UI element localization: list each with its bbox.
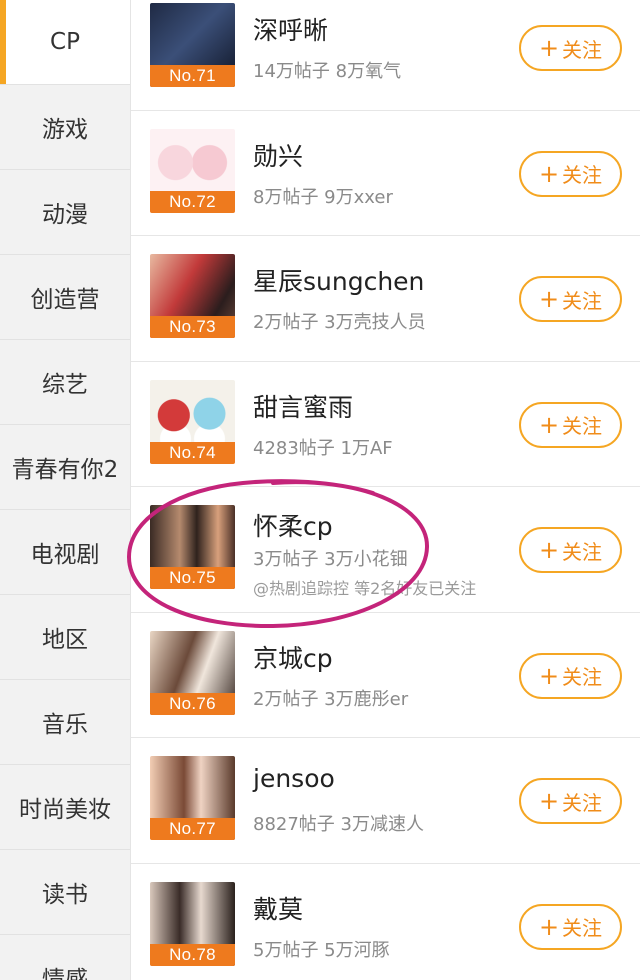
list-item[interactable]: No.77 jensoo 8827帖子 3万减速人 + 关注: [131, 738, 640, 864]
sidebar-item-youth-with-you-2[interactable]: 青春有你2: [0, 425, 130, 510]
sidebar-item-label: 读书: [42, 882, 88, 908]
follow-label: 关注: [562, 37, 603, 62]
list-item[interactable]: No.76 京城cp 2万帖子 3万鹿彤er + 关注: [131, 612, 640, 738]
forum-stats: 8万帖子 9万xxer: [253, 186, 393, 208]
sidebar-item-cp[interactable]: CP: [0, 0, 130, 85]
sidebar-item-label: 音乐: [42, 712, 88, 738]
forum-thumbnail[interactable]: No.75: [150, 505, 235, 589]
forum-thumbnail[interactable]: No.73: [150, 254, 235, 338]
sidebar-item-label: 电视剧: [30, 542, 100, 568]
plus-icon: +: [538, 661, 560, 690]
sidebar-item-label: 地区: [42, 627, 88, 653]
rank-badge: No.78: [150, 943, 235, 966]
sidebar-item-anime[interactable]: 动漫: [0, 170, 130, 255]
rank-badge: No.75: [150, 567, 235, 589]
plus-icon: +: [538, 536, 560, 564]
sidebar-item-label: CP: [50, 29, 80, 55]
app-root: CP 游戏 动漫 创造营 综艺 青春有你2 电视剧 地区 音乐 时尚美妆 读书 …: [0, 0, 640, 980]
follow-label: 关注: [562, 665, 603, 689]
follow-label: 关注: [562, 916, 603, 940]
forum-name[interactable]: 甜言蜜雨: [253, 388, 353, 424]
friends-followed-note: @热剧追踪控 等2名好友已关注: [253, 579, 477, 598]
plus-icon: +: [538, 787, 560, 815]
list-item[interactable]: No.73 星辰sungchen 2万帖子 3万壳技人员 + 关注: [131, 236, 640, 362]
rank-badge: No.77: [150, 818, 235, 840]
follow-label: 关注: [562, 288, 603, 313]
sidebar-item-label: 情感: [42, 967, 88, 980]
follow-button[interactable]: + 关注: [519, 652, 622, 699]
forum-name[interactable]: 戴莫: [253, 890, 303, 926]
plus-icon: +: [538, 410, 560, 439]
follow-label: 关注: [562, 163, 603, 187]
rank-badge: No.72: [150, 190, 235, 213]
forum-stats: 3万帖子 3万小花钿: [253, 549, 408, 570]
sidebar-item-emotion[interactable]: 情感: [0, 935, 130, 980]
follow-button[interactable]: + 关注: [519, 25, 622, 71]
sidebar-item-variety[interactable]: 综艺: [0, 340, 130, 425]
follow-label: 关注: [562, 790, 603, 815]
plus-icon: +: [538, 159, 560, 188]
forum-thumbnail[interactable]: No.76: [150, 630, 235, 715]
sidebar-item-games[interactable]: 游戏: [0, 85, 130, 170]
forum-thumbnail[interactable]: No.71: [150, 3, 235, 87]
sidebar-item-label: 综艺: [42, 372, 88, 398]
list-item[interactable]: No.78 戴莫 5万帖子 5万河豚 + 关注: [131, 863, 640, 980]
sidebar-item-tv-drama[interactable]: 电视剧: [0, 510, 130, 595]
forum-name[interactable]: 怀柔cp: [253, 507, 333, 543]
forum-list: No.71 深呼晰 14万帖子 8万氧气 + 关注 No.72 勋兴 8万帖子 9…: [131, 0, 640, 980]
forum-name[interactable]: 星辰sungchen: [253, 262, 424, 298]
sidebar-item-region[interactable]: 地区: [0, 595, 130, 680]
sidebar-item-label: 动漫: [42, 202, 88, 228]
forum-name[interactable]: jensoo: [253, 764, 335, 793]
sidebar-item-label: 时尚美妆: [19, 797, 111, 823]
follow-label: 关注: [562, 414, 603, 438]
sidebar-item-label: 青春有你2: [11, 457, 119, 483]
forum-stats: 8827帖子 3万减速人: [253, 814, 424, 835]
forum-thumbnail[interactable]: No.77: [150, 756, 235, 840]
follow-button[interactable]: + 关注: [519, 778, 622, 824]
sidebar-item-label: 游戏: [42, 117, 88, 143]
forum-stats: 4283帖子 1万AF: [253, 437, 393, 459]
plus-icon: +: [538, 34, 560, 62]
follow-button[interactable]: + 关注: [519, 903, 622, 950]
forum-name[interactable]: 深呼晰: [253, 11, 328, 47]
list-item[interactable]: No.74 甜言蜜雨 4283帖子 1万AF + 关注: [131, 361, 640, 487]
rank-badge: No.74: [150, 441, 235, 464]
forum-thumbnail[interactable]: No.74: [150, 379, 235, 464]
rank-badge: No.73: [150, 316, 235, 338]
category-sidebar: CP 游戏 动漫 创造营 综艺 青春有你2 电视剧 地区 音乐 时尚美妆 读书 …: [0, 0, 131, 980]
follow-label: 关注: [562, 539, 603, 564]
forum-thumbnail[interactable]: No.72: [150, 128, 235, 213]
plus-icon: +: [538, 285, 560, 313]
sidebar-item-reading[interactable]: 读书: [0, 850, 130, 935]
list-item[interactable]: No.72 勋兴 8万帖子 9万xxer + 关注: [131, 110, 640, 236]
forum-stats: 2万帖子 3万壳技人员: [253, 312, 426, 333]
follow-button[interactable]: + 关注: [519, 527, 622, 573]
rank-badge: No.76: [150, 692, 235, 715]
sidebar-item-music[interactable]: 音乐: [0, 680, 130, 765]
list-item[interactable]: No.71 深呼晰 14万帖子 8万氧气 + 关注: [131, 0, 640, 111]
sidebar-item-fashion-beauty[interactable]: 时尚美妆: [0, 765, 130, 850]
list-item[interactable]: No.75 怀柔cp 3万帖子 3万小花钿 @热剧追踪控 等2名好友已关注 + 关…: [131, 487, 640, 613]
forum-stats: 5万帖子 5万河豚: [253, 939, 390, 961]
plus-icon: +: [538, 912, 560, 941]
follow-button[interactable]: + 关注: [519, 401, 622, 448]
follow-button[interactable]: + 关注: [519, 276, 622, 322]
forum-name[interactable]: 京城cp: [253, 639, 333, 675]
forum-name[interactable]: 勋兴: [253, 137, 303, 173]
follow-button[interactable]: + 关注: [519, 150, 622, 197]
rank-badge: No.71: [150, 65, 235, 87]
forum-stats: 2万帖子 3万鹿彤er: [253, 688, 409, 710]
forum-thumbnail[interactable]: No.78: [150, 881, 235, 966]
sidebar-item-label: 创造营: [30, 287, 100, 313]
forum-stats: 14万帖子 8万氧气: [253, 61, 402, 82]
sidebar-item-produce-camp[interactable]: 创造营: [0, 255, 130, 340]
